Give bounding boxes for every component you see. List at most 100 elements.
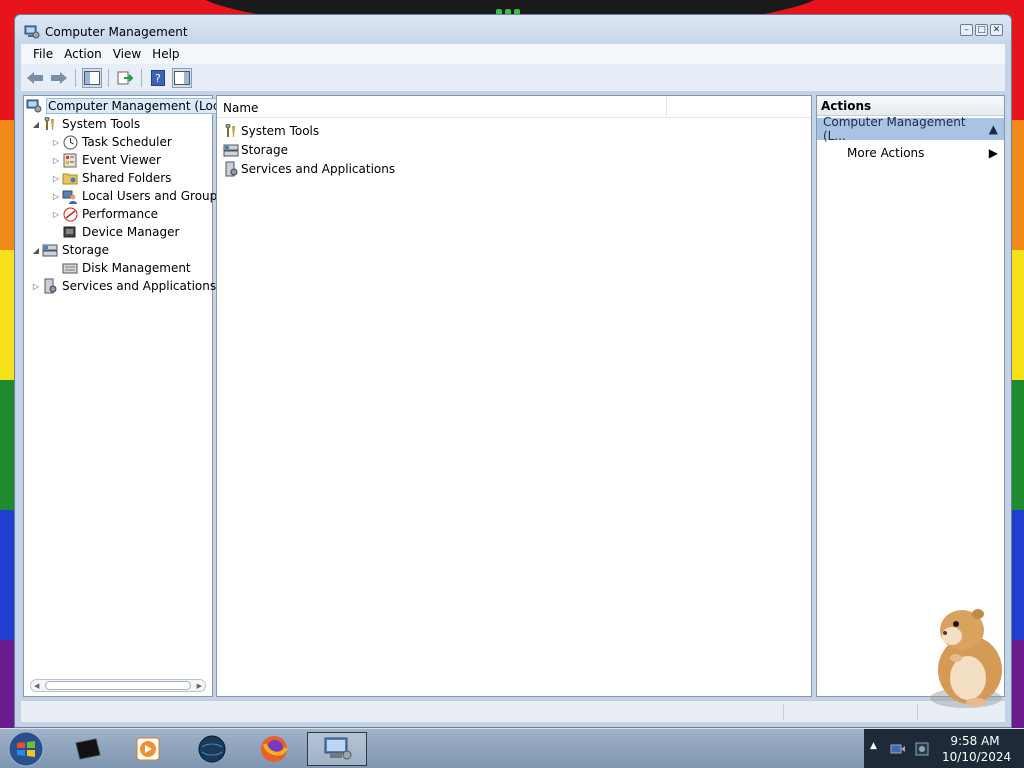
tree-item-label: Performance: [82, 207, 159, 221]
tree-item-label: Computer Management (Local: [46, 98, 233, 114]
tree-item-storage[interactable]: ◢ Storage: [30, 241, 109, 259]
tree-item-computer-management[interactable]: Computer Management (Local: [26, 97, 233, 115]
taskbar-app-computer-management[interactable]: [307, 732, 367, 766]
storage-icon: [42, 242, 58, 258]
services-icon: [223, 161, 239, 177]
collapse-up-icon[interactable]: ▲: [989, 122, 998, 136]
console-tree-icon: [84, 70, 100, 85]
device-manager-icon: [62, 224, 78, 240]
back-arrow-icon: [27, 71, 43, 84]
system-tray: ▲ 9:58 AM 10/10/2024: [864, 729, 1024, 768]
tree-item-label: System Tools: [62, 117, 141, 131]
hamster-desktop-pet[interactable]: [920, 600, 1012, 712]
submenu-arrow-icon: ▶: [988, 146, 998, 160]
shared-folder-icon: [62, 170, 78, 186]
list-item-label: Services and Applications: [241, 162, 396, 176]
show-hidden-icons-icon[interactable]: ▲: [870, 741, 886, 757]
menu-view[interactable]: View: [109, 47, 148, 61]
show-hide-console-tree-button[interactable]: [82, 67, 102, 88]
start-button[interactable]: [6, 731, 46, 767]
actions-header: Actions: [817, 96, 1004, 116]
media-player-icon: [136, 737, 160, 761]
minimize-button[interactable]: –: [960, 24, 973, 36]
users-icon: [62, 188, 78, 204]
tree-item-shared-folders[interactable]: ▷ Shared Folders: [50, 169, 171, 187]
menu-bar: File Action View Help: [21, 44, 1005, 64]
expanded-arrow-icon[interactable]: ◢: [30, 120, 42, 129]
tree-item-label: Task Scheduler: [82, 135, 172, 149]
toolbar-separator: [75, 68, 76, 87]
expanded-arrow-icon[interactable]: ◢: [30, 246, 42, 255]
tree-item-label: Disk Management: [82, 261, 191, 275]
tree-item-event-viewer[interactable]: ▷ Event Viewer: [50, 151, 161, 169]
tree-item-label: Shared Folders: [82, 171, 172, 185]
collapsed-arrow-icon[interactable]: ▷: [50, 138, 62, 147]
network-icon[interactable]: [890, 741, 906, 757]
computer-management-icon: [324, 737, 352, 760]
actions-section-label: Computer Management (L...: [823, 115, 966, 143]
clock-icon: [62, 134, 78, 150]
event-viewer-icon: [62, 152, 78, 168]
tree-item-device-manager[interactable]: Device Manager: [50, 223, 179, 241]
clock-time: 9:58 AM: [950, 734, 1000, 748]
tree-horizontal-scrollbar[interactable]: ◀ ▶: [30, 679, 206, 692]
close-button[interactable]: ✕: [990, 24, 1003, 36]
toolbar: ?: [21, 64, 1005, 92]
list-item-label: Storage: [241, 143, 288, 157]
column-header-name[interactable]: Name: [217, 96, 667, 118]
toolbar-separator: [108, 68, 109, 87]
taskbar-app-globe[interactable]: [190, 732, 234, 766]
taskbar-app-firefox[interactable]: [252, 732, 296, 766]
scroll-right-arrow-icon[interactable]: ▶: [197, 682, 202, 690]
collapsed-arrow-icon[interactable]: ▷: [50, 192, 62, 201]
tree-item-task-scheduler[interactable]: ▷ Task Scheduler: [50, 133, 172, 151]
tree-item-local-users-and-groups[interactable]: ▷ Local Users and Groups: [50, 187, 224, 205]
list-item-services-and-applications[interactable]: Services and Applications: [223, 160, 395, 178]
column-header-row: Name: [217, 96, 811, 118]
terminal-icon: [75, 738, 101, 760]
collapsed-arrow-icon[interactable]: ▷: [30, 282, 42, 291]
list-item-label: System Tools: [241, 124, 320, 138]
status-divider: [917, 704, 918, 720]
tree-item-services-and-applications[interactable]: ▷ Services and Applications: [30, 277, 216, 295]
tree-item-system-tools[interactable]: ◢ System Tools: [30, 115, 140, 133]
menu-action[interactable]: Action: [60, 47, 109, 61]
more-actions-label: More Actions: [847, 146, 925, 160]
menu-help[interactable]: Help: [148, 47, 186, 61]
export-list-button[interactable]: [115, 68, 135, 88]
help-button[interactable]: ?: [148, 68, 168, 88]
storage-icon: [223, 142, 239, 158]
status-bar: [21, 700, 1005, 722]
actions-section-computer-management[interactable]: Computer Management (L... ▲: [817, 115, 1004, 143]
console-tree-pane: Computer Management (Local ◢ System Tool…: [23, 95, 233, 697]
status-divider: [783, 704, 784, 720]
collapsed-arrow-icon[interactable]: ▷: [50, 156, 62, 165]
globe-icon: [198, 735, 226, 763]
scroll-left-arrow-icon[interactable]: ◀: [34, 682, 39, 690]
computer-management-icon: [24, 25, 40, 39]
list-item-system-tools[interactable]: System Tools: [223, 122, 319, 140]
taskbar-app-media-player[interactable]: [126, 732, 170, 766]
disk-management-icon: [62, 260, 78, 276]
clock[interactable]: 9:58 AM 10/10/2024: [942, 733, 1012, 765]
scrollbar-thumb[interactable]: [45, 681, 191, 690]
title-bar[interactable]: Computer Management – □ ✕: [15, 15, 1011, 47]
list-item-storage[interactable]: Storage: [223, 141, 288, 159]
more-actions-item[interactable]: More Actions ▶: [847, 144, 998, 162]
tree-item-performance[interactable]: ▷ Performance: [50, 205, 158, 223]
show-hide-action-pane-button[interactable]: [172, 67, 192, 88]
export-list-icon: [117, 71, 133, 84]
back-button[interactable]: [25, 68, 45, 88]
volume-icon[interactable]: [914, 741, 930, 757]
tree-item-label: Services and Applications: [62, 279, 217, 293]
maximize-button[interactable]: □: [975, 24, 988, 36]
menu-file[interactable]: File: [29, 47, 60, 61]
collapsed-arrow-icon[interactable]: ▷: [50, 210, 62, 219]
clock-date: 10/10/2024: [942, 750, 1012, 764]
firefox-icon: [261, 736, 288, 762]
action-pane-icon: [174, 70, 190, 85]
forward-button[interactable]: [49, 68, 69, 88]
collapsed-arrow-icon[interactable]: ▷: [50, 174, 62, 183]
taskbar-app-terminal[interactable]: [66, 732, 110, 766]
tree-item-disk-management[interactable]: Disk Management: [50, 259, 191, 277]
